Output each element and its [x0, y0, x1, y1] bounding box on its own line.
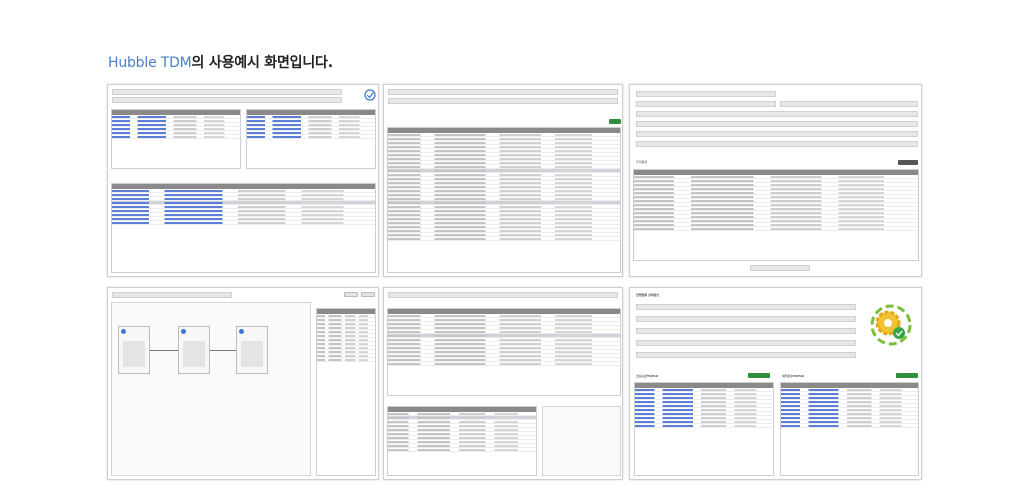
screenshot-thumbnail[interactable]: [383, 84, 623, 277]
workflow-connector: [150, 350, 178, 351]
workflow-connector: [210, 350, 236, 351]
section-title: 처리건수TOP10: [782, 374, 805, 378]
form-field: [636, 101, 776, 107]
page-headline: Hubble TDM의 사용예시 화면입니다.: [108, 52, 333, 72]
download-button[interactable]: [609, 119, 621, 124]
info-row: [636, 316, 856, 322]
filter-bar: [112, 292, 232, 298]
filter-bar: [388, 98, 618, 104]
screenshot-thumbnail[interactable]: [107, 287, 379, 480]
headline-text: 의 사용예시 화면입니다.: [191, 55, 333, 71]
screenshot-thumbnail[interactable]: [383, 287, 623, 480]
data-grid: [387, 308, 621, 396]
form-field: [636, 91, 776, 97]
form-field: [780, 101, 918, 107]
screenshot-thumbnail[interactable]: 추적종류: [629, 84, 922, 277]
screenshot-thumbnail[interactable]: [107, 84, 379, 277]
side-list: [316, 308, 376, 476]
screen-title: 진행현황 상세정보: [636, 293, 660, 297]
data-grid: [387, 406, 537, 476]
workflow-node[interactable]: [178, 326, 210, 374]
screenshot-thumbnail[interactable]: 진행현황 상세정보 소요시간TOP10 처리건수TOP10: [629, 287, 922, 480]
form-field: [636, 131, 918, 137]
section-title: 소요시간TOP10: [636, 374, 659, 378]
brand-name: Hubble TDM: [108, 55, 192, 71]
info-row: [636, 328, 856, 334]
info-row: [636, 352, 856, 358]
workflow-node[interactable]: [236, 326, 268, 374]
filter-bar: [388, 292, 618, 298]
download-button[interactable]: [748, 373, 770, 378]
panel-title: 추적종류: [636, 160, 648, 164]
filter-bar: [112, 97, 342, 103]
data-grid: [246, 109, 376, 169]
form-field: [636, 121, 918, 127]
download-button[interactable]: [896, 373, 918, 378]
info-row: [636, 340, 856, 346]
data-grid: [111, 183, 376, 273]
gear-icon: [870, 304, 912, 346]
check-circle-icon: [364, 89, 376, 101]
filter-bar: [112, 89, 342, 95]
pagination[interactable]: [750, 265, 810, 271]
workflow-node[interactable]: [118, 326, 150, 374]
filter-bar: [388, 89, 618, 95]
data-grid: [780, 382, 919, 476]
data-grid: [633, 169, 919, 261]
toolbar-button[interactable]: [361, 292, 375, 297]
toolbar-button[interactable]: [344, 292, 358, 297]
data-grid: [387, 127, 621, 273]
info-row: [636, 304, 856, 310]
data-grid: [634, 382, 774, 476]
form-field: [636, 111, 918, 117]
data-grid: [111, 109, 241, 169]
download-button[interactable]: [898, 160, 918, 165]
form-field: [636, 141, 918, 147]
detail-panel: [542, 406, 621, 476]
